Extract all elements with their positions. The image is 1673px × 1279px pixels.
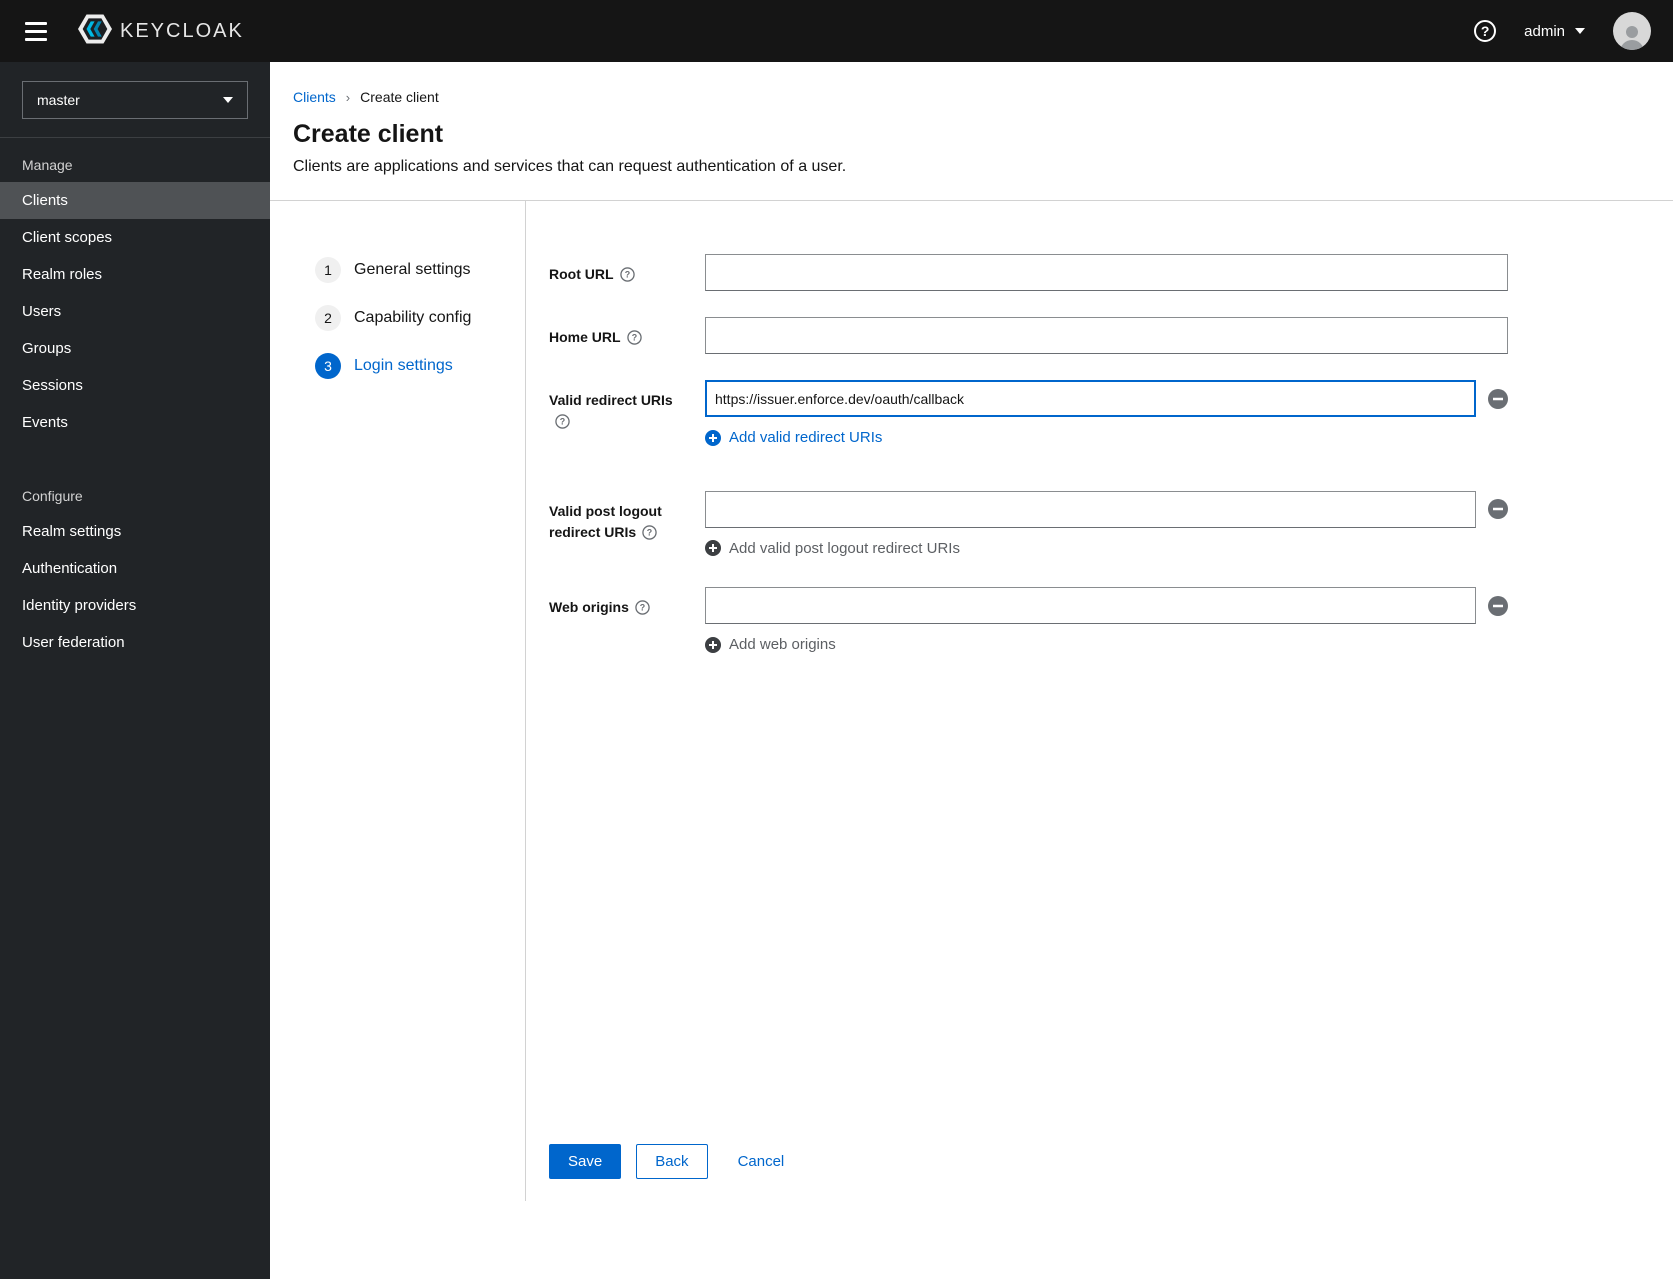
home-url-input[interactable]	[705, 317, 1508, 354]
home-url-group: Home URL?	[549, 317, 1673, 354]
wizard-step-general-settings[interactable]: 1 General settings	[270, 251, 525, 289]
step-number: 2	[315, 305, 341, 331]
brand-text: KEYCLOAK	[120, 19, 244, 42]
breadcrumb-link-clients[interactable]: Clients	[293, 89, 336, 105]
sidebar-item-identity-providers[interactable]: Identity providers	[0, 587, 270, 624]
chevron-down-icon	[223, 97, 233, 103]
minus-circle-icon	[1488, 499, 1508, 519]
svg-text:?: ?	[624, 270, 629, 280]
help-icon[interactable]: ?	[626, 330, 642, 351]
step-number: 3	[315, 353, 341, 379]
sidebar-item-events[interactable]: Events	[0, 404, 270, 441]
keycloak-logo-icon	[78, 12, 112, 51]
step-label: General settings	[354, 261, 471, 278]
help-icon[interactable]: ?	[642, 524, 657, 546]
wizard-step-nav: 1 General settings 2 Capability config 3…	[270, 201, 526, 1201]
sidebar-item-clients[interactable]: Clients	[0, 182, 270, 219]
breadcrumb: Clients › Create client	[270, 62, 1673, 105]
caret-down-icon	[1575, 28, 1585, 34]
masthead: KEYCLOAK ? admin	[0, 0, 1673, 62]
remove-post-logout-uri-button[interactable]	[1488, 499, 1508, 519]
wizard-actions: Save Back Cancel	[549, 1144, 1673, 1179]
step-label: Capability config	[354, 309, 472, 326]
post-logout-uris-group: Valid post logout redirect URIs? Add val…	[549, 490, 1673, 562]
svg-text:?: ?	[631, 333, 636, 343]
breadcrumb-current: Create client	[360, 89, 439, 105]
help-icon[interactable]: ?	[635, 600, 650, 621]
save-button[interactable]: Save	[549, 1144, 622, 1179]
minus-circle-icon	[1488, 595, 1508, 616]
root-url-group: Root URL?	[549, 254, 1673, 291]
plus-circle-icon	[705, 540, 721, 556]
root-url-label: Root URL?	[549, 254, 705, 291]
page-header: Create client Clients are applications a…	[270, 105, 1673, 200]
web-origins-group: Web origins? Add web origins	[549, 587, 1673, 658]
add-web-origins-button[interactable]: Add web origins	[705, 636, 836, 653]
valid-redirect-uris-group: Valid redirect URIs? Add valid redirect …	[549, 380, 1673, 451]
realm-selector-value: master	[37, 92, 80, 108]
user-menu-dropdown[interactable]: admin	[1524, 23, 1585, 40]
sidebar-item-realm-roles[interactable]: Realm roles	[0, 256, 270, 293]
login-settings-form: Root URL? Home URL? Valid redirect URIs …	[526, 201, 1673, 1201]
nav-section-manage: Manage	[22, 157, 73, 173]
create-client-wizard: 1 General settings 2 Capability config 3…	[270, 201, 1673, 1201]
sidebar-item-authentication[interactable]: Authentication	[0, 550, 270, 587]
sidebar-item-user-federation[interactable]: User federation	[0, 624, 270, 661]
add-valid-redirect-uris-button[interactable]: Add valid redirect URIs	[705, 429, 882, 446]
step-label: Login settings	[354, 357, 453, 374]
web-origins-input[interactable]	[705, 587, 1476, 624]
cancel-button[interactable]: Cancel	[734, 1145, 789, 1178]
realm-selector[interactable]: master	[22, 81, 248, 119]
sidebar-nav: master Manage Clients Client scopes Real…	[0, 62, 270, 1279]
plus-circle-icon	[705, 636, 721, 653]
back-button[interactable]: Back	[636, 1144, 708, 1179]
page-title: Create client	[293, 120, 444, 148]
svg-text:?: ?	[647, 527, 652, 537]
nav-section-configure: Configure	[22, 488, 83, 504]
sidebar-item-groups[interactable]: Groups	[0, 330, 270, 367]
keycloak-logo: KEYCLOAK	[78, 12, 244, 51]
main-content: Clients › Create client Create client Cl…	[270, 62, 1673, 1279]
web-origins-label: Web origins?	[549, 587, 705, 658]
plus-circle-icon	[705, 429, 721, 446]
svg-text:?: ?	[560, 417, 565, 427]
sidebar-item-client-scopes[interactable]: Client scopes	[0, 219, 270, 256]
breadcrumb-separator-icon: ›	[345, 89, 351, 105]
page-subtitle: Clients are applications and services th…	[293, 158, 847, 175]
wizard-step-login-settings[interactable]: 3 Login settings	[270, 347, 525, 385]
help-icon[interactable]: ?	[555, 414, 570, 435]
help-icon[interactable]: ?	[1474, 20, 1497, 42]
avatar[interactable]	[1613, 12, 1651, 50]
sidebar-item-sessions[interactable]: Sessions	[0, 367, 270, 404]
help-icon[interactable]: ?	[619, 267, 635, 288]
remove-redirect-uri-button[interactable]	[1488, 388, 1508, 409]
sidebar-item-realm-settings[interactable]: Realm settings	[0, 513, 270, 550]
remove-web-origin-button[interactable]	[1488, 595, 1508, 616]
minus-circle-icon	[1488, 388, 1508, 409]
post-logout-uri-input[interactable]	[705, 490, 1476, 528]
valid-redirect-uris-label: Valid redirect URIs?	[549, 380, 705, 451]
step-number: 1	[315, 257, 341, 283]
sidebar-item-users[interactable]: Users	[0, 293, 270, 330]
root-url-input[interactable]	[705, 254, 1508, 291]
valid-redirect-uri-input[interactable]	[705, 380, 1476, 417]
post-logout-uris-label: Valid post logout redirect URIs?	[549, 491, 705, 562]
user-menu-label: admin	[1524, 22, 1565, 40]
home-url-label: Home URL?	[549, 317, 705, 354]
svg-text:?: ?	[640, 603, 645, 613]
wizard-step-capability-config[interactable]: 2 Capability config	[270, 299, 525, 337]
hamburger-menu-icon[interactable]	[16, 11, 56, 51]
add-post-logout-uris-button[interactable]: Add valid post logout redirect URIs	[705, 540, 960, 557]
